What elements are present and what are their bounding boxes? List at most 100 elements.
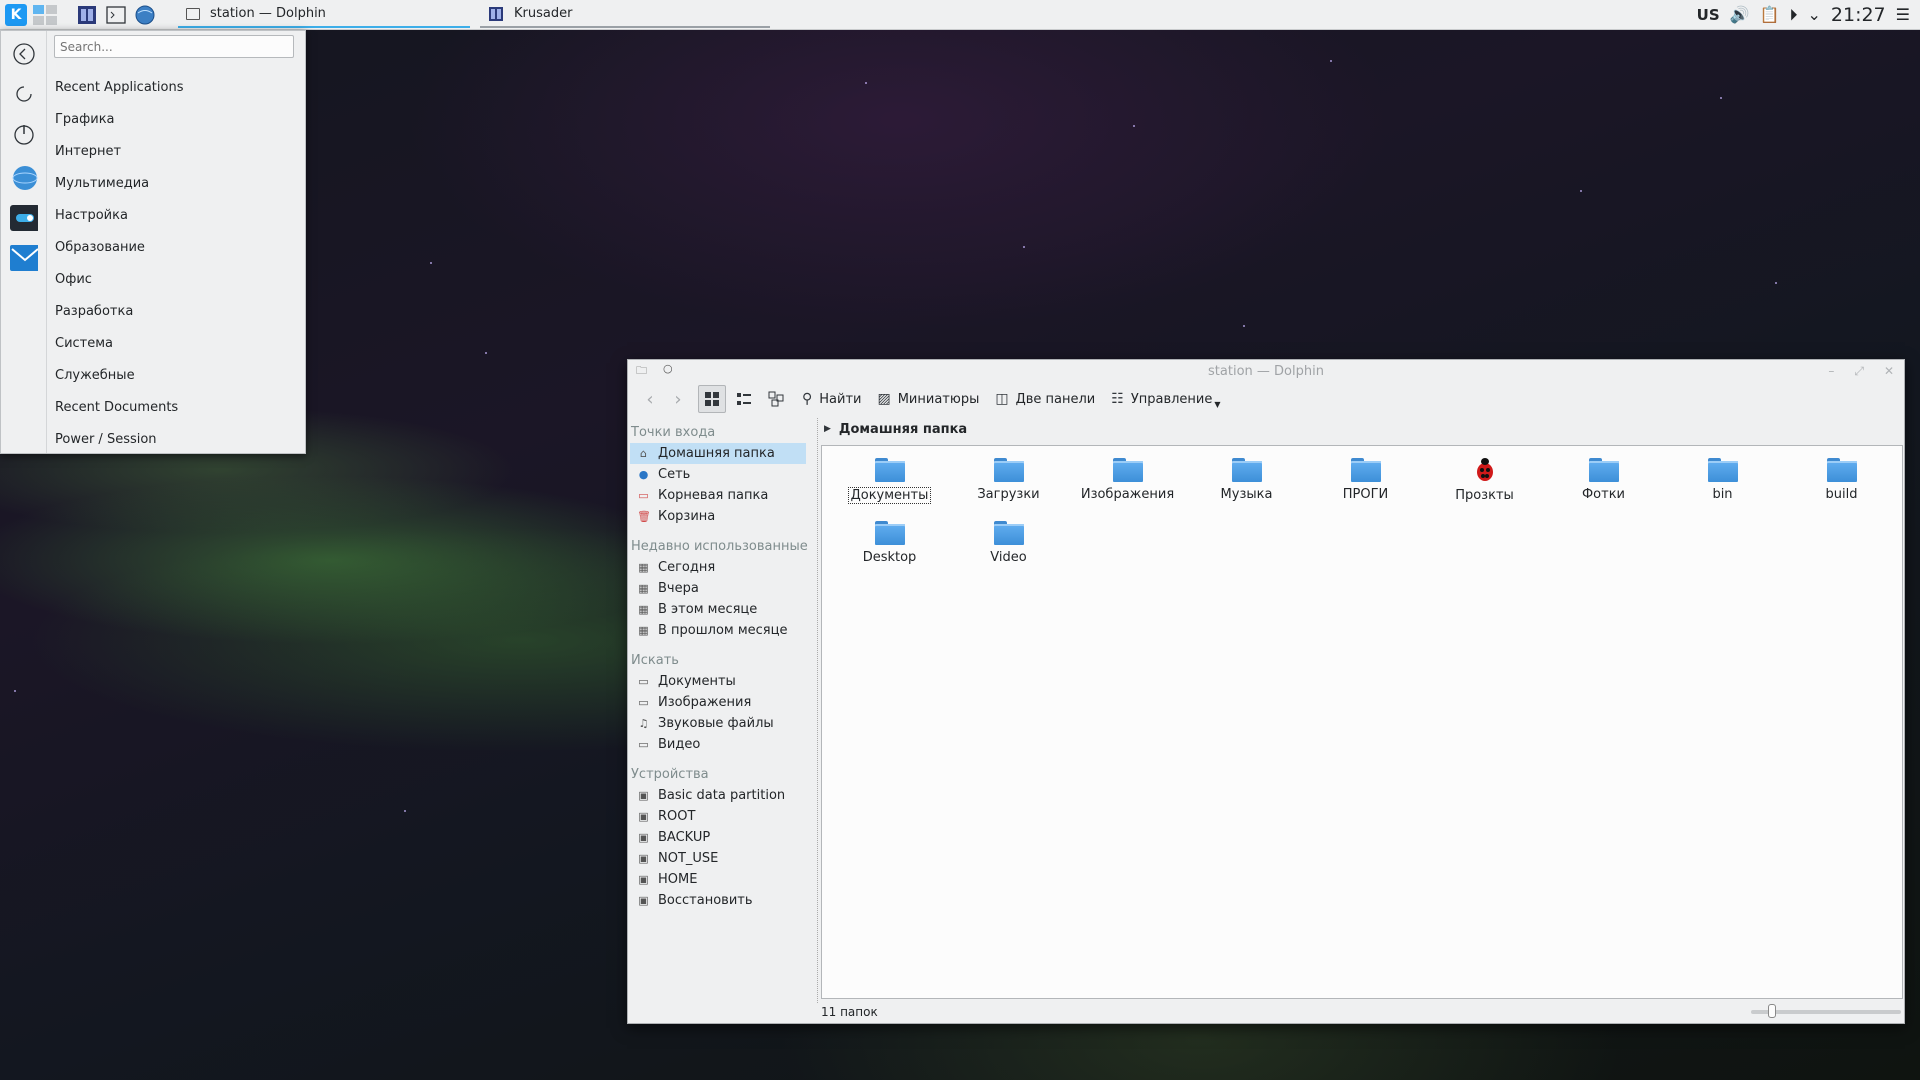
volume-icon[interactable]: 🔊 (1730, 5, 1750, 24)
place-label: Видео (658, 737, 701, 752)
file-item[interactable]: ПРОГИ (1306, 454, 1425, 517)
search-video[interactable]: ▭ Видео (630, 734, 806, 755)
category-item[interactable]: Графика (55, 103, 183, 135)
category-item[interactable]: Recent Documents (55, 391, 183, 423)
back-button[interactable]: ‹ (636, 385, 664, 413)
file-item[interactable]: Изображения (1068, 454, 1187, 517)
file-item[interactable]: Музыка (1187, 454, 1306, 517)
category-item[interactable]: Power / Session (55, 423, 183, 455)
task-krusader[interactable]: Krusader (480, 2, 770, 28)
drive-icon: ▣ (638, 789, 649, 802)
place-home[interactable]: ⌂ Домашняя папка (630, 443, 806, 464)
device-home[interactable]: ▣ HOME (630, 869, 806, 890)
place-label: Документы (658, 674, 736, 689)
category-item[interactable]: Интернет (55, 135, 183, 167)
file-view[interactable]: Документы Загрузки Изображения Музыка ПР… (821, 445, 1903, 999)
mail-icon[interactable] (9, 244, 38, 272)
krusader-launcher[interactable] (74, 2, 100, 28)
power-icon[interactable] (10, 120, 38, 148)
application-launcher-button[interactable]: K (3, 2, 29, 28)
file-item[interactable]: Документы (830, 454, 949, 517)
terminal-icon (106, 5, 126, 24)
device-basic-data[interactable]: ▣ Basic data partition (630, 785, 806, 806)
file-label: Документы (847, 487, 932, 504)
place-last-month[interactable]: ▦ В прошлом месяце (630, 620, 806, 641)
file-item[interactable]: Desktop (830, 517, 949, 580)
preview-button[interactable]: ▨ Миниатюры (871, 385, 985, 413)
split-view-button[interactable]: ◫ Две панели (989, 385, 1101, 413)
clipboard-icon[interactable]: 📋 (1760, 5, 1780, 24)
settings-toggle-icon[interactable] (9, 204, 38, 232)
device-restore[interactable]: ▣ Восстановить (630, 890, 806, 911)
search-audio[interactable]: ♫ Звуковые файлы (630, 713, 806, 734)
place-network[interactable]: ● Сеть (630, 464, 806, 485)
search-input[interactable] (54, 35, 294, 58)
category-item[interactable]: Настройка (55, 199, 183, 231)
file-label: Фотки (1581, 487, 1626, 502)
back-icon[interactable] (10, 40, 38, 68)
chevron-down-icon[interactable]: ⌄ (1807, 5, 1820, 24)
place-trash[interactable]: 🗑 Корзина (630, 506, 806, 527)
star (1775, 282, 1777, 284)
category-item[interactable]: Разработка (55, 295, 183, 327)
category-item[interactable]: Образование (55, 231, 183, 263)
details-view-button[interactable] (730, 385, 758, 413)
compact-view-button[interactable] (762, 385, 790, 413)
category-item[interactable]: Recent Applications (55, 71, 183, 103)
control-menu-button-label: Управление (1130, 391, 1213, 407)
compact-view-icon (768, 391, 784, 407)
drive-icon: ▣ (638, 810, 649, 823)
category-item[interactable]: Офис (55, 263, 183, 295)
file-item[interactable]: Фотки (1544, 454, 1663, 517)
media-player-icon[interactable]: ⏵ (1789, 5, 1797, 25)
folder-icon (1350, 458, 1381, 482)
place-yesterday[interactable]: ▦ Вчера (630, 578, 806, 599)
breadcrumb[interactable]: ▶ Домашняя папка (824, 418, 967, 440)
breadcrumb-arrow-icon[interactable]: ▶ (824, 424, 831, 434)
place-root[interactable]: ▭ Корневая папка (630, 485, 806, 506)
browser-globe-icon[interactable] (10, 164, 38, 192)
pager-button[interactable] (32, 2, 58, 28)
file-item[interactable]: Прозкты (1425, 454, 1544, 517)
category-item[interactable]: Мультимедиа (55, 167, 183, 199)
krusader-icon (78, 5, 96, 24)
device-backup[interactable]: ▣ BACKUP (630, 827, 806, 848)
category-item[interactable]: Служебные (55, 359, 183, 391)
refresh-icon[interactable] (10, 80, 38, 108)
file-item[interactable]: Загрузки (949, 454, 1068, 517)
file-item[interactable]: Video (949, 517, 1068, 580)
category-list: Recent Applications Графика Интернет Мул… (55, 71, 183, 455)
folder-icon (993, 521, 1024, 545)
drive-icon: ▣ (638, 873, 649, 886)
task-dolphin[interactable]: station — Dolphin (178, 2, 470, 28)
keyboard-layout-indicator[interactable]: US (1697, 6, 1720, 24)
device-root[interactable]: ▣ ROOT (630, 806, 806, 827)
forward-button[interactable]: › (664, 385, 692, 413)
terminal-launcher[interactable] (103, 2, 129, 28)
file-label: Музыка (1220, 487, 1273, 502)
file-item[interactable]: bin (1663, 454, 1782, 517)
category-item[interactable]: Система (55, 327, 183, 359)
file-item[interactable]: build (1782, 454, 1901, 517)
window-titlebar[interactable]: 🗀 ○ station — Dolphin – ⤢ ✕ (628, 360, 1904, 382)
control-menu-button[interactable]: ☷ Управление ▼ (1105, 385, 1226, 413)
icons-view-button[interactable] (698, 385, 726, 413)
zoom-slider[interactable] (1751, 1004, 1901, 1018)
panel-menu-icon[interactable]: ☰ (1896, 5, 1910, 24)
zoom-slider-handle[interactable] (1768, 1004, 1776, 1018)
find-button[interactable]: ⚲ Найти (796, 385, 867, 413)
star (404, 810, 406, 812)
panel-splitter[interactable] (817, 418, 818, 1003)
browser-launcher[interactable] (132, 2, 158, 28)
dropdown-arrow-icon: ▼ (1214, 399, 1221, 409)
place-today[interactable]: ▦ Сегодня (630, 557, 806, 578)
search-documents[interactable]: ▭ Документы (630, 671, 806, 692)
file-grid: Документы Загрузки Изображения Музыка ПР… (830, 454, 1901, 580)
search-images[interactable]: ▭ Изображения (630, 692, 806, 713)
place-this-month[interactable]: ▦ В этом месяце (630, 599, 806, 620)
clock[interactable]: 21:27 (1831, 4, 1886, 26)
device-not-use[interactable]: ▣ NOT_USE (630, 848, 806, 869)
breadcrumb-home[interactable]: Домашняя папка (839, 422, 967, 437)
calendar-icon: ▦ (638, 561, 649, 574)
place-label: В прошлом месяце (658, 623, 788, 638)
